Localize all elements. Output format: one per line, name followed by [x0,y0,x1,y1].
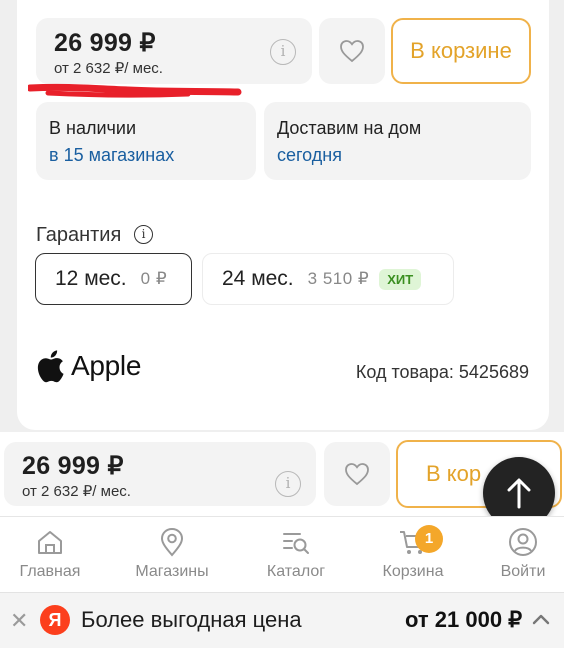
nav-label: Корзина [382,563,444,580]
product-sku: Код товара: 5425689 [355,362,529,382]
nav-label: Магазины [135,563,209,580]
sticky-buy-bar: 26 999 ₽ от 2 632 ₽/ мес. i В кор [0,432,564,516]
warranty-option-24[interactable]: 24 мес. 3 510 ₽ ХИТ [202,253,454,305]
home-icon [38,531,62,554]
heart-icon [345,463,369,486]
nav-item-cart[interactable]: 1 Корзина [363,517,463,593]
sticky-price-block: 26 999 ₽ от 2 632 ₽/ мес. i [4,442,316,506]
warranty-info-icon[interactable]: i [134,225,153,244]
hit-badge: ХИТ [379,268,422,290]
banner-text: Более выгодная цена [81,607,302,632]
nav-label: Войти [500,563,546,580]
warranty-option-12[interactable]: 12 мес. 0 ₽ [35,253,192,305]
nav-item-login[interactable]: Войти [473,517,564,593]
favorite-button[interactable] [319,18,385,84]
catalog-search-icon [283,533,309,554]
arrow-up-icon [507,478,531,509]
info-icon[interactable]: i [270,39,296,65]
heart-icon [340,40,364,63]
sticky-installment-price: от 2 632 ₽/ мес. [22,483,131,500]
info-icon[interactable]: i [275,471,301,497]
bottom-navigation: Главная Магазины Каталог 1 Корзина Войти [0,516,564,592]
close-icon[interactable]: ✕ [10,608,28,634]
nav-item-home[interactable]: Главная [0,517,100,593]
banner-price: от 21 000 ₽ [405,607,523,632]
stock-label: В наличии [49,118,137,138]
yandex-logo-icon: Я [40,605,70,635]
warranty-term: 12 мес. [55,267,127,290]
user-icon [509,528,537,556]
in-cart-button[interactable]: В корзине [391,18,531,84]
brand[interactable]: Apple [35,348,141,384]
warranty-price: 3 510 ₽ [307,269,370,288]
brand-name: Apple [71,350,142,381]
cart-count-badge: 1 [415,525,443,553]
stock-stores-link[interactable]: в 15 магазинах [49,145,174,166]
price-block: 26 999 ₽ от 2 632 ₽/ мес. i [36,18,312,84]
delivery-block[interactable]: Доставим на дом сегодня [264,102,531,180]
nav-label: Главная [19,563,81,580]
apple-logo-icon [37,350,64,383]
yandex-price-banner[interactable]: ✕ Я Более выгодная цена от 21 000 ₽ [0,592,564,648]
delivery-date-link[interactable]: сегодня [277,145,342,166]
nav-item-stores[interactable]: Магазины [122,517,222,593]
product-page: 26 999 ₽ от 2 632 ₽/ мес. i В корзине В … [0,0,564,648]
delivery-label: Доставим на дом [277,118,422,138]
warranty-term: 24 мес. [222,267,294,290]
sticky-price: 26 999 ₽ [22,452,124,480]
nav-item-catalog[interactable]: Каталог [246,517,346,593]
map-pin-icon [160,527,184,557]
installment-price: от 2 632 ₽/ мес. [54,60,163,77]
warranty-title: Гарантия [36,224,122,246]
red-annotation-underline [28,83,242,98]
stock-block[interactable]: В наличии в 15 магазинах [36,102,256,180]
sticky-favorite-button[interactable] [324,442,390,506]
warranty-price: 0 ₽ [140,269,168,288]
chevron-up-icon[interactable] [530,609,552,631]
nav-label: Каталог [266,563,326,580]
price: 26 999 ₽ [54,29,156,57]
